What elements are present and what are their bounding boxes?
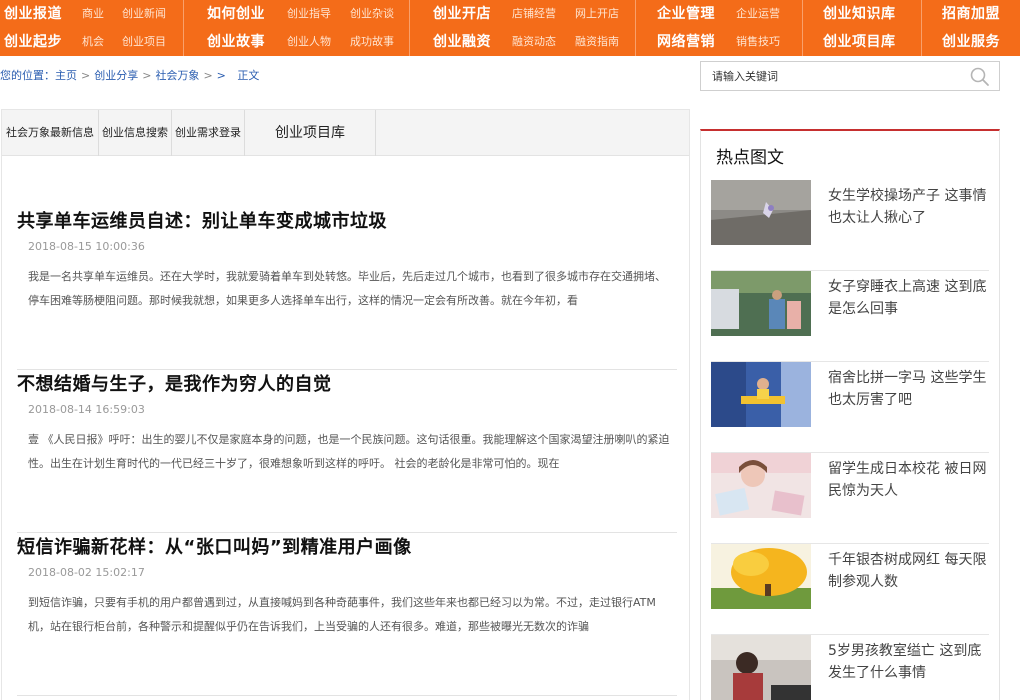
hot-item[interactable]: 女生学校操场产子 这事情也太让人揪心了 (711, 180, 989, 271)
article-date: 2018-08-02 15:02:17 (28, 566, 145, 579)
hot-item[interactable]: 千年银杏树成网红 每天限制参观人数 (711, 544, 989, 635)
nav-sublink-success[interactable]: 成功故事 (350, 28, 394, 56)
thumbnail-image[interactable] (711, 271, 811, 336)
breadcrumb-extra: > (216, 69, 226, 82)
thumbnail-image[interactable] (711, 362, 811, 427)
nav-sublink-financing-guide[interactable]: 融资指南 (575, 28, 619, 56)
thumbnail-image[interactable] (711, 180, 811, 245)
breadcrumb-separator: > (81, 69, 91, 82)
breadcrumb-current: 正文 (237, 69, 260, 82)
hot-item-title[interactable]: 宿舍比拼一字马 这些学生也太厉害了吧 (828, 367, 990, 411)
nav-link-management[interactable]: 企业管理 (657, 0, 715, 28)
nav-group-how: 如何创业 创业指导 创业杂谈 创业故事 创业人物 成功故事 (184, 0, 409, 56)
hot-item-title[interactable]: 女生学校操场产子 这事情也太让人揪心了 (828, 185, 990, 229)
nav-link-project-base[interactable]: 创业项目库 (823, 28, 896, 56)
article-date: 2018-08-15 10:00:36 (28, 240, 145, 253)
top-nav: 创业报道 商业 创业新闻 创业起步 机会 创业项目 如何创业 创业指导 创业杂谈… (0, 0, 1020, 56)
breadcrumb-separator (230, 69, 234, 82)
nav-link-services[interactable]: 创业服务 (942, 28, 1000, 56)
breadcrumb-prefix: 您的位置： (0, 69, 55, 82)
nav-link-how-to-start[interactable]: 如何创业 (207, 0, 265, 28)
tab-info-search[interactable]: 创业信息搜索 (99, 110, 172, 156)
nav-group-shop: 创业开店 店铺经营 网上开店 创业融资 融资动态 融资指南 (410, 0, 635, 56)
breadcrumb: 您的位置：主页 > 创业分享 > 社会万象 > > 正文 (0, 67, 259, 83)
article-summary: 我是一名共享单车运维员。还在大学时，我就爱骑着单车到处转悠。毕业后，先后走过几个… (28, 270, 666, 307)
nav-link-startup-start[interactable]: 创业起步 (4, 28, 62, 56)
hot-item[interactable]: 宿舍比拼一字马 这些学生也太厉害了吧 (711, 362, 989, 453)
article-summary: 壹 《人民日报》呼吁：出生的婴儿不仅是家庭本身的问题，也是一个民族问题。这句话很… (28, 433, 670, 470)
nav-sublink-store-ops[interactable]: 店铺经营 (512, 0, 556, 28)
nav-link-financing[interactable]: 创业融资 (433, 28, 491, 56)
article-summary: 到短信诈骗，只要有手机的用户都曾遇到过，从直接喊妈到各种奇葩事件，我们这些年来也… (28, 596, 656, 633)
nav-link-startup-stories[interactable]: 创业故事 (207, 28, 265, 56)
nav-group-knowledge: 创业知识库 创业项目库 (803, 0, 921, 56)
nav-sublink-guidance[interactable]: 创业指导 (287, 0, 331, 28)
breadcrumb-separator: > (142, 69, 152, 82)
nav-link-startup-reports[interactable]: 创业报道 (4, 0, 62, 28)
hot-item-title[interactable]: 5岁男孩教室缢亡 这到底发生了什么事情 (828, 640, 990, 684)
search-box (700, 61, 1000, 91)
nav-sublink-startup-news[interactable]: 创业新闻 (122, 0, 166, 28)
nav-sublink-people[interactable]: 创业人物 (287, 28, 331, 56)
article-title[interactable]: 不想结婚与生子，是我作为穷人的自觉 (17, 370, 332, 396)
nav-link-franchise[interactable]: 招商加盟 (942, 0, 1000, 28)
nav-sublink-business[interactable]: 商业 (82, 0, 104, 28)
breadcrumb-society[interactable]: 社会万象 (155, 69, 199, 82)
article-item: 共享单车运维员自述：别让单车变成城市垃圾 2018-08-15 10:00:36… (17, 207, 677, 370)
tab-demand-login[interactable]: 创业需求登录 (172, 110, 245, 156)
breadcrumb-home[interactable]: 主页 (55, 69, 77, 82)
nav-sublink-opportunity[interactable]: 机会 (82, 28, 104, 56)
hot-item[interactable]: 女子穿睡衣上高速 这到底是怎么回事 (711, 271, 989, 362)
nav-group-franchise: 招商加盟 创业服务 (922, 0, 1020, 56)
nav-sublink-sales-skills[interactable]: 销售技巧 (736, 28, 780, 56)
breadcrumb-startup-share[interactable]: 创业分享 (94, 69, 138, 82)
article-title[interactable]: 短信诈骗新花样：从“张口叫妈”到精准用户画像 (17, 533, 412, 559)
nav-link-marketing[interactable]: 网络营销 (657, 28, 715, 56)
article-list-panel: 社会万象最新信息 创业信息搜索 创业需求登录 创业项目库 共享单车运维员自述：别… (1, 109, 690, 700)
sidebar-title: 热点图文 (716, 148, 784, 168)
search-input[interactable] (701, 62, 963, 90)
nav-sublink-startup-projects[interactable]: 创业项目 (122, 28, 166, 56)
nav-sublink-financing-news[interactable]: 融资动态 (512, 28, 556, 56)
thumbnail-image[interactable] (711, 635, 811, 700)
breadcrumb-separator: > (203, 69, 213, 82)
hot-pictures-sidebar: 热点图文 女生学校操场产子 这事情也太让人揪心了 女子穿睡衣上高速 这到底是怎么… (700, 129, 1000, 700)
thumbnail-image[interactable] (711, 453, 811, 518)
tab-latest-society[interactable]: 社会万象最新信息 (2, 110, 99, 156)
nav-sublink-online-shop[interactable]: 网上开店 (575, 0, 619, 28)
article-item: 短信诈骗新花样：从“张口叫妈”到精准用户画像 2018-08-02 15:02:… (17, 533, 677, 696)
hot-item[interactable]: 留学生成日本校花 被日网民惊为天人 (711, 453, 989, 544)
nav-link-open-shop[interactable]: 创业开店 (433, 0, 491, 28)
tab-bar: 社会万象最新信息 创业信息搜索 创业需求登录 创业项目库 (2, 110, 689, 156)
article-title[interactable]: 共享单车运维员自述：别让单车变成城市垃圾 (17, 207, 387, 233)
article-item: 不想结婚与生子，是我作为穷人的自觉 2018-08-14 16:59:03 壹 … (17, 370, 677, 533)
hot-item-title[interactable]: 留学生成日本校花 被日网民惊为天人 (828, 458, 990, 502)
nav-sublink-operations[interactable]: 企业运营 (736, 0, 780, 28)
hot-item-title[interactable]: 女子穿睡衣上高速 这到底是怎么回事 (828, 276, 990, 320)
thumbnail-image[interactable] (711, 544, 811, 609)
nav-group-management: 企业管理 企业运营 网络营销 销售技巧 (636, 0, 802, 56)
hot-item[interactable]: 5岁男孩教室缢亡 这到底发生了什么事情 (711, 635, 989, 700)
article-date: 2018-08-14 16:59:03 (28, 403, 145, 416)
nav-group-reports: 创业报道 商业 创业新闻 创业起步 机会 创业项目 (0, 0, 183, 56)
hot-item-title[interactable]: 千年银杏树成网红 每天限制参观人数 (828, 549, 990, 593)
nav-link-knowledge-base[interactable]: 创业知识库 (823, 0, 896, 28)
search-icon[interactable] (969, 66, 991, 88)
nav-sublink-chat[interactable]: 创业杂谈 (350, 0, 394, 28)
tab-project-library[interactable]: 创业项目库 (245, 110, 376, 156)
